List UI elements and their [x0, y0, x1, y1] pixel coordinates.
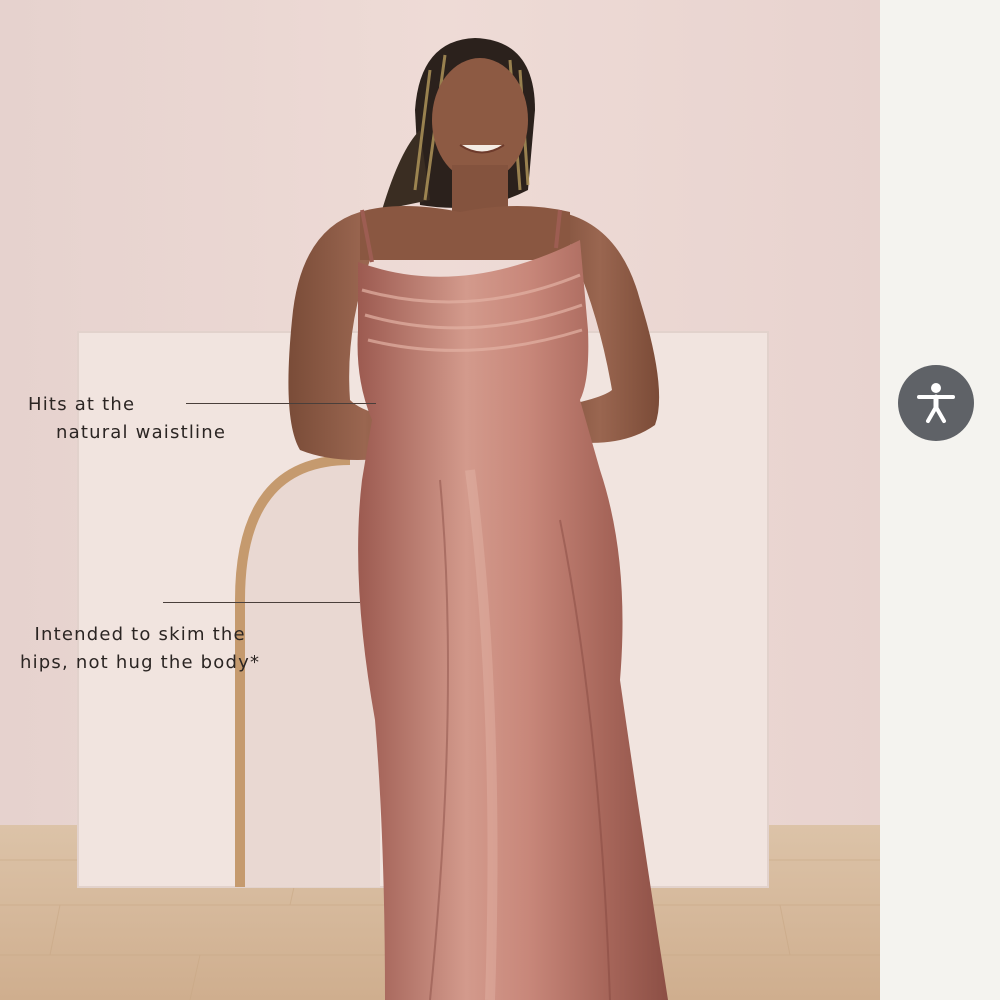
hips-annotation-line1: Intended to skim the: [34, 624, 246, 645]
waistline-annotation-line2: natural waistline: [56, 422, 227, 443]
waistline-annotation-line1: Hits at the: [28, 394, 136, 415]
hips-annotation: Intended to skim the hips, not hug the b…: [20, 621, 260, 677]
waistline-annotation: Hits at the natural waistline: [28, 391, 226, 447]
accessibility-button[interactable]: [898, 365, 974, 441]
hips-leader-line: [163, 602, 360, 603]
product-image-viewer: Hits at the natural waistline Intended t…: [0, 0, 1000, 1000]
product-photo: Hits at the natural waistline Intended t…: [0, 0, 880, 1000]
side-panel: [880, 0, 1000, 1000]
accessibility-person-icon: [917, 383, 955, 423]
hips-annotation-line2: hips, not hug the body*: [20, 652, 261, 673]
dress-model-illustration: [0, 0, 880, 1000]
